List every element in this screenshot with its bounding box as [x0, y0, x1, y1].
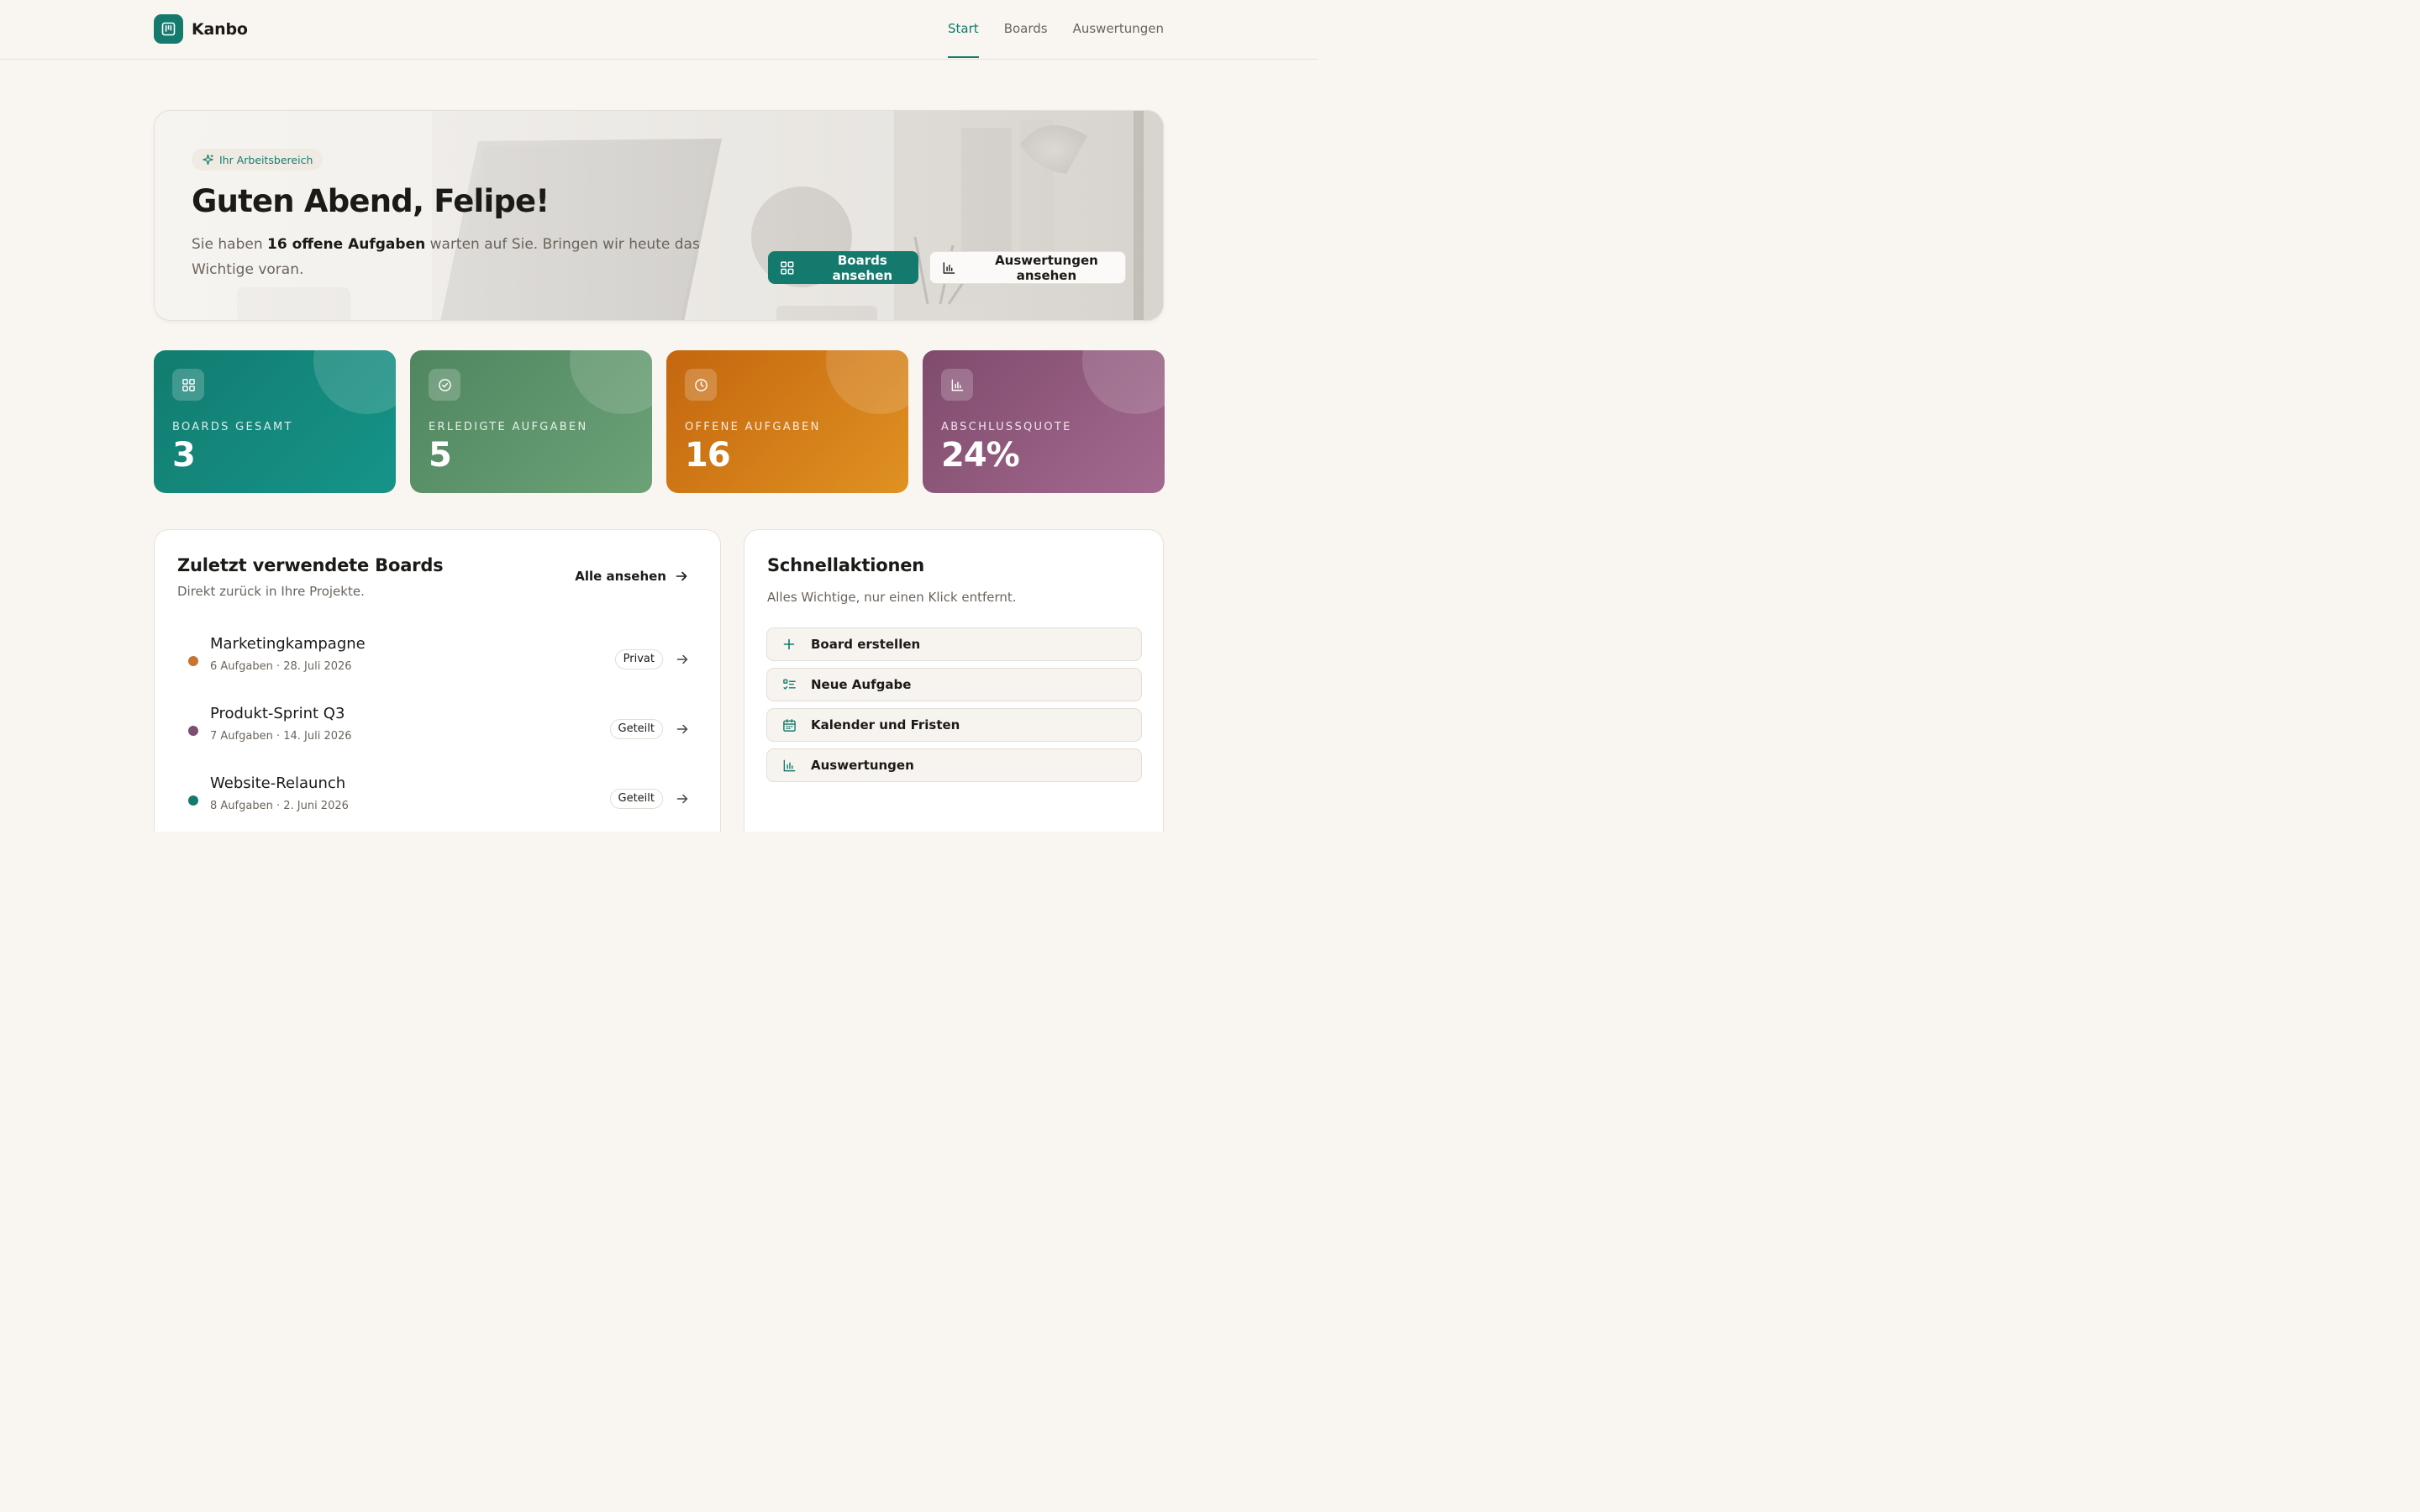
welcome-hero: Ihr Arbeitsbereich Guten Abend, Felipe! … — [154, 110, 1164, 321]
stat-value: 24% — [941, 436, 1020, 475]
reports-action[interactable]: Auswertungen — [766, 748, 1142, 782]
board-visibility-badge: Privat — [614, 649, 663, 669]
arrow-right-icon — [676, 571, 687, 581]
greeting-text: Sie haben 16 offene Aufgaben warten auf … — [192, 232, 738, 282]
board-meta: 8 Aufgaben · 2. Juni 2026 — [210, 800, 349, 812]
decorative-circle — [1082, 350, 1165, 414]
recent-boards-title: Zuletzt verwendete Boards — [177, 555, 444, 575]
new-task-label: Neue Aufgabe — [811, 677, 912, 692]
decorative-circle — [313, 350, 396, 414]
plus-icon — [767, 638, 811, 651]
board-visibility-badge: Geteilt — [609, 789, 663, 809]
checklist-icon — [767, 678, 811, 692]
stat-label: BOARDS GESAMT — [172, 421, 293, 433]
board-name: Website-Relaunch — [210, 774, 346, 792]
calendar-action[interactable]: Kalender und Fristen — [766, 708, 1142, 742]
board-meta: 7 Aufgaben · 14. Juli 2026 — [210, 730, 352, 743]
stat-card-boards-total[interactable]: BOARDS GESAMT 3 — [154, 350, 396, 493]
workspace-chip: Ihr Arbeitsbereich — [192, 149, 324, 171]
sparkle-icon — [203, 154, 213, 165]
decorative-circle — [826, 350, 908, 414]
open-tasks-highlight: 16 offene Aufgaben — [267, 236, 426, 253]
grid-icon — [781, 260, 794, 275]
quick-actions-subtitle: Alles Wichtige, nur einen Klick entfernt… — [767, 590, 1017, 605]
board-meta: 6 Aufgaben · 28. Juli 2026 — [210, 660, 352, 673]
create-board-action[interactable]: Board erstellen — [766, 627, 1142, 661]
board-color-dot — [188, 656, 198, 666]
board-row[interactable]: Produkt-Sprint Q3 7 Aufgaben · 14. Juli … — [188, 705, 689, 752]
stat-value: 5 — [429, 436, 452, 475]
quick-actions-panel: Schnellaktionen Alles Wichtige, nur eine… — [744, 529, 1164, 832]
main-nav: Start Boards Auswertungen — [948, 0, 1164, 60]
view-reports-label: Auswertungen ansehen — [995, 252, 1098, 283]
recent-boards-subtitle: Direkt zurück in Ihre Projekte. — [177, 584, 365, 599]
board-row[interactable]: Marketingkampagne 6 Aufgaben · 28. Juli … — [188, 635, 689, 682]
workspace-chip-label: Ihr Arbeitsbereich — [219, 153, 313, 166]
grid-icon — [172, 369, 204, 401]
board-name: Produkt-Sprint Q3 — [210, 705, 345, 722]
check-circle-icon — [429, 369, 460, 401]
arrow-right-icon — [676, 794, 688, 804]
board-name: Marketingkampagne — [210, 635, 366, 653]
arrow-right-icon — [676, 654, 688, 664]
top-navigation-bar: Kanbo Start Boards Auswertungen — [0, 0, 1318, 60]
board-color-dot — [188, 726, 198, 736]
stat-value: 16 — [685, 436, 731, 475]
new-task-action[interactable]: Neue Aufgabe — [766, 668, 1142, 701]
board-color-dot — [188, 795, 198, 806]
view-boards-button[interactable]: Boards ansehen — [768, 251, 918, 284]
stat-card-open-tasks[interactable]: OFFENE AUFGABEN 16 — [666, 350, 908, 493]
stat-label: ERLEDIGTE AUFGABEN — [429, 421, 588, 433]
nav-boards[interactable]: Boards — [1004, 0, 1048, 60]
arrow-right-icon — [676, 724, 688, 734]
stat-card-completed-tasks[interactable]: ERLEDIGTE AUFGABEN 5 — [410, 350, 652, 493]
decorative-circle — [570, 350, 652, 414]
stat-value: 3 — [172, 436, 196, 475]
brand[interactable]: Kanbo — [154, 14, 248, 44]
bar-chart-icon — [943, 261, 955, 274]
reports-label: Auswertungen — [811, 758, 914, 773]
create-board-label: Board erstellen — [811, 637, 921, 652]
view-reports-button[interactable]: Auswertungen ansehen — [929, 251, 1126, 284]
recent-boards-panel: Zuletzt verwendete Boards Direkt zurück … — [154, 529, 721, 832]
calendar-icon — [767, 718, 811, 732]
clock-icon — [685, 369, 717, 401]
greeting-title: Guten Abend, Felipe! — [192, 183, 550, 219]
view-all-link[interactable]: Alle ansehen — [575, 569, 688, 584]
calendar-label: Kalender und Fristen — [811, 717, 960, 732]
board-row[interactable]: Website-Relaunch 8 Aufgaben · 2. Juni 20… — [188, 774, 689, 822]
app-name: Kanbo — [192, 19, 248, 39]
bar-chart-icon — [767, 759, 811, 773]
board-visibility-badge: Geteilt — [609, 719, 663, 739]
nav-start[interactable]: Start — [948, 0, 979, 60]
quick-actions-title: Schnellaktionen — [767, 555, 925, 575]
stat-label: ABSCHLUSSQUOTE — [941, 421, 1072, 433]
bar-chart-icon — [941, 369, 973, 401]
greeting-text-start: Sie haben — [192, 236, 267, 253]
view-boards-label: Boards ansehen — [832, 252, 893, 283]
stat-card-completion-rate[interactable]: ABSCHLUSSQUOTE 24% — [923, 350, 1165, 493]
stat-label: OFFENE AUFGABEN — [685, 421, 821, 433]
view-all-label: Alle ansehen — [575, 569, 666, 584]
kanban-logo-icon — [154, 14, 183, 44]
nav-auswertungen[interactable]: Auswertungen — [1073, 0, 1164, 60]
